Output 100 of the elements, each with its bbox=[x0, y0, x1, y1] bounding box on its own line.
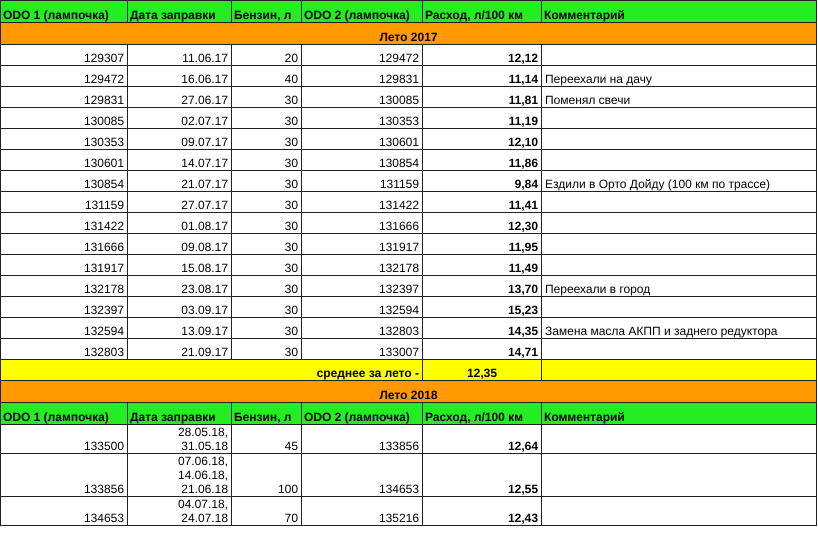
table-cell: 30 bbox=[232, 234, 302, 254]
table-cell: 133500 bbox=[0, 424, 128, 454]
table-cell: 27.06.17 bbox=[128, 86, 232, 108]
table-cell: 40 bbox=[232, 66, 302, 86]
table-cell: 133856 bbox=[302, 424, 422, 454]
table-cell: 45 bbox=[232, 424, 302, 454]
table-cell: 129472 bbox=[0, 66, 128, 86]
table-cell: 129472 bbox=[302, 44, 422, 66]
table-cell: 9,84 bbox=[422, 170, 542, 192]
table-cell: 14,35 bbox=[422, 318, 542, 338]
table-cell: 131422 bbox=[302, 192, 422, 212]
table-cell: 132803 bbox=[302, 318, 422, 338]
table-cell: 04.07.18, 24.07.18 bbox=[128, 496, 232, 526]
table-cell: 130353 bbox=[302, 108, 422, 128]
table-cell: 130601 bbox=[302, 128, 422, 150]
column-header: Дата заправки bbox=[128, 0, 232, 22]
table-cell: 131159 bbox=[302, 170, 422, 192]
table-cell: Ездили в Орто Дойду (100 км по трассе) bbox=[542, 170, 816, 192]
table-cell: 15.08.17 bbox=[128, 254, 232, 276]
table-cell: 11,81 bbox=[422, 86, 542, 108]
table-cell: 133856 bbox=[0, 454, 128, 496]
table-cell: 03.09.17 bbox=[128, 296, 232, 318]
table-cell: 30 bbox=[232, 150, 302, 170]
section-title: Лето 2017 bbox=[0, 22, 816, 44]
table-cell: 11,19 bbox=[422, 108, 542, 128]
column-header: Дата заправки bbox=[128, 402, 232, 424]
table-cell: 11.06.17 bbox=[128, 44, 232, 66]
table-cell: 130854 bbox=[302, 150, 422, 170]
column-header: Комментарий bbox=[542, 0, 816, 22]
table-cell: 130601 bbox=[0, 150, 128, 170]
table-cell: 100 bbox=[232, 454, 302, 496]
table-cell: 13,70 bbox=[422, 276, 542, 296]
table-cell: 131917 bbox=[302, 234, 422, 254]
table-cell: 07.06.18, 14.06.18, 21.06.18 bbox=[128, 454, 232, 496]
table-cell: 20 bbox=[232, 44, 302, 66]
table-cell: 16.06.17 bbox=[128, 66, 232, 86]
table-cell: 23.08.17 bbox=[128, 276, 232, 296]
section-title: Лето 2018 bbox=[0, 380, 816, 402]
table-cell: 132178 bbox=[0, 276, 128, 296]
table-cell: 30 bbox=[232, 296, 302, 318]
table-cell: 130085 bbox=[0, 108, 128, 128]
table-cell: 132594 bbox=[302, 296, 422, 318]
table-cell: 12,10 bbox=[422, 128, 542, 150]
table-cell: 130085 bbox=[302, 86, 422, 108]
table-cell: 11,95 bbox=[422, 234, 542, 254]
column-header: Расход, л/100 км bbox=[422, 0, 542, 22]
table-cell: Переехали на дачу bbox=[542, 66, 816, 86]
table-cell: 27.07.17 bbox=[128, 192, 232, 212]
table-cell: 134653 bbox=[302, 454, 422, 496]
table-cell: 131917 bbox=[0, 254, 128, 276]
table-cell: 135216 bbox=[302, 496, 422, 526]
table-cell: 30 bbox=[232, 108, 302, 128]
table-cell: 14.07.17 bbox=[128, 150, 232, 170]
table-cell: 130353 bbox=[0, 128, 128, 150]
column-header: ODO 2 (лампочка) bbox=[302, 0, 422, 22]
table-cell: 30 bbox=[232, 170, 302, 192]
table-cell: 12,43 bbox=[422, 496, 542, 526]
table-cell: 11,14 bbox=[422, 66, 542, 86]
table-cell: 30 bbox=[232, 212, 302, 234]
table-cell: 70 bbox=[232, 496, 302, 526]
table-cell: 132594 bbox=[0, 318, 128, 338]
table-cell: 28.05.18, 31.05.18 bbox=[128, 424, 232, 454]
table-cell: 09.08.17 bbox=[128, 234, 232, 254]
table-cell: 12,64 bbox=[422, 424, 542, 454]
table-cell: 129307 bbox=[0, 44, 128, 66]
table-cell: 13.09.17 bbox=[128, 318, 232, 338]
table-cell: 132397 bbox=[0, 296, 128, 318]
table-cell: 30 bbox=[232, 86, 302, 108]
table-cell: 134653 bbox=[0, 496, 128, 526]
summary-value: 12,35 bbox=[422, 360, 542, 380]
table-cell: Замена масла АКПП и заднего редуктора bbox=[542, 318, 816, 338]
table-cell: Поменял свечи bbox=[542, 86, 816, 108]
table-cell: 132397 bbox=[302, 276, 422, 296]
table-cell: 11,86 bbox=[422, 150, 542, 170]
table-cell: 131422 bbox=[0, 212, 128, 234]
table-cell: 12,12 bbox=[422, 44, 542, 66]
table-cell: 132178 bbox=[302, 254, 422, 276]
table-cell: 131666 bbox=[302, 212, 422, 234]
column-header: ODO 1 (лампочка) bbox=[0, 402, 128, 424]
column-header: ODO 1 (лампочка) bbox=[0, 0, 128, 22]
table-cell: 11,41 bbox=[422, 192, 542, 212]
table-cell: 130854 bbox=[0, 170, 128, 192]
summary-label: среднее за лето - bbox=[0, 360, 422, 380]
column-header: ODO 2 (лампочка) bbox=[302, 402, 422, 424]
column-header: Бензин, л bbox=[232, 402, 302, 424]
column-header: Бензин, л bbox=[232, 0, 302, 22]
table-cell: 15,23 bbox=[422, 296, 542, 318]
table-cell: 30 bbox=[232, 318, 302, 338]
table-cell: 09.07.17 bbox=[128, 128, 232, 150]
table-cell: 01.08.17 bbox=[128, 212, 232, 234]
table-cell: 131666 bbox=[0, 234, 128, 254]
table-cell: 30 bbox=[232, 192, 302, 212]
table-cell: 129831 bbox=[0, 86, 128, 108]
table-cell: 12,55 bbox=[422, 454, 542, 496]
table-cell: 12,30 bbox=[422, 212, 542, 234]
table-cell: 30 bbox=[232, 276, 302, 296]
table-cell: 30 bbox=[232, 128, 302, 150]
table-cell: Переехали в город bbox=[542, 276, 816, 296]
table-cell: 11,49 bbox=[422, 254, 542, 276]
column-header: Комментарий bbox=[542, 402, 816, 424]
